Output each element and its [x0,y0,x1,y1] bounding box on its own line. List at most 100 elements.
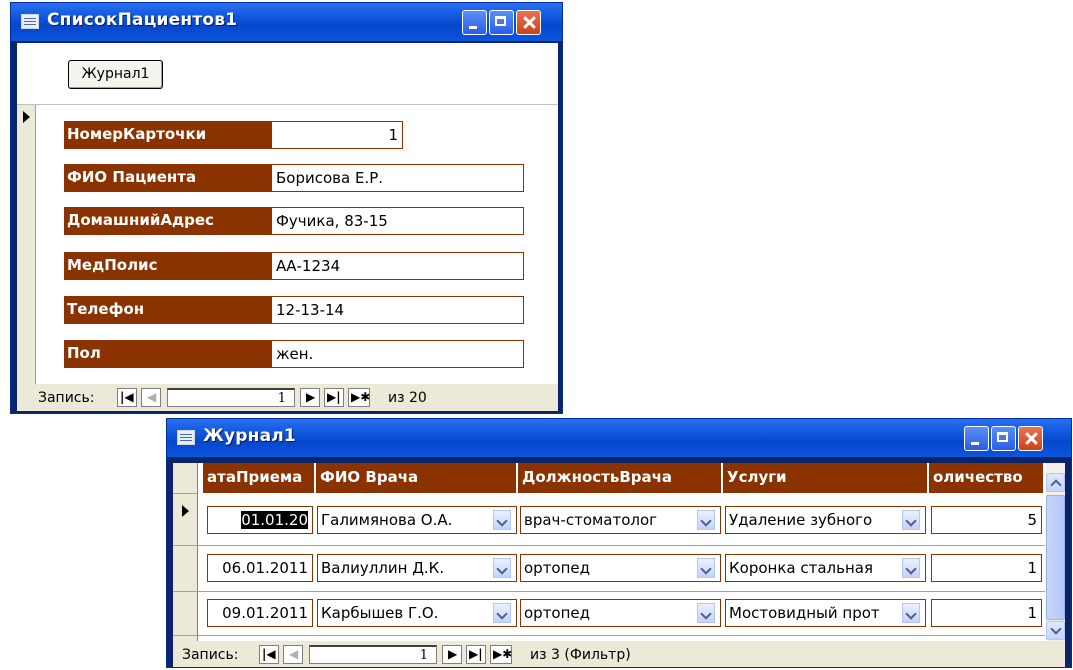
close-button[interactable] [1018,426,1043,451]
row-divider [197,591,1045,592]
row-separator [173,493,197,494]
gender-field[interactable]: жен. [271,340,524,368]
service-cell[interactable]: Удаление зубного [725,506,926,534]
visit-date-value: 01.01.20 [241,511,308,529]
current-record-arrow-icon [23,111,30,123]
scroll-up-icon[interactable] [1046,473,1065,492]
service-dropdown-button[interactable] [902,510,920,530]
row-divider [197,635,1045,636]
column-header-quantity[interactable]: оличество [929,463,1043,493]
new-record-button[interactable]: ▶✱ [490,645,512,664]
current-record-field[interactable]: 1 [167,388,295,407]
column-header-doctor-name[interactable]: ФИО Врача [316,463,518,493]
record-navigation-bar: Запись: |◀ ◀ 1 ▶ ▶| ▶✱ из 3 (Фильтр) [173,641,1065,667]
row-separator [173,591,197,592]
last-record-button[interactable]: ▶| [466,645,486,664]
label-gender: Пол [64,340,271,368]
current-record-arrow-icon [182,505,189,517]
row-separator [173,635,197,636]
doctor-position-cell[interactable]: ортопед [520,554,721,582]
record-total: из 20 [388,390,427,406]
doctor-position-cell[interactable]: врач-стоматолог [520,506,721,534]
visit-date-cell[interactable]: 09.01.2011 [207,599,313,627]
minimize-button[interactable] [462,10,487,35]
scroll-thumb[interactable] [1046,495,1065,620]
datasheet-area: атаПриема ФИО Врача ДолжностьВрача Услуг… [173,463,1065,641]
doctor-name-cell[interactable]: Галимянова О.А. [317,506,517,534]
column-header-visit-date[interactable]: атаПриема [203,463,316,493]
record-label: Запись: [38,390,95,406]
doctor-position-cell[interactable]: ортопед [520,599,721,627]
record-navigation-bar: Запись: |◀ ◀ 1 ▶ ▶| ▶✱ из 20 [17,384,558,411]
maximize-button[interactable] [489,10,514,35]
service-dropdown-button[interactable] [902,558,920,578]
first-record-button[interactable]: |◀ [117,388,137,407]
patients-list-window: СписокПациентов1 Журнал1 НомерКарточки 1… [10,2,563,414]
record-selector-column [173,463,198,641]
visit-date-cell[interactable]: 06.01.2011 [207,554,313,582]
position-dropdown-button[interactable] [697,510,715,530]
position-dropdown-button[interactable] [697,603,715,623]
first-record-button[interactable]: |◀ [259,645,279,664]
doctor-name-cell[interactable]: Валиуллин Д.К. [317,554,517,582]
new-record-icon: ▶✱ [351,390,371,404]
prev-record-icon: ◀ [147,390,157,404]
journal-button[interactable]: Журнал1 [68,60,163,89]
prev-record-icon: ◀ [289,647,299,661]
quantity-cell[interactable]: 1 [931,599,1042,627]
record-label: Запись: [182,647,239,663]
patient-name-field[interactable]: Борисова Е.Р. [271,164,524,192]
prev-record-button[interactable]: ◀ [141,388,161,407]
record-total: из 3 (Фильтр) [530,647,631,663]
last-record-button[interactable]: ▶| [324,388,344,407]
doctor-dropdown-button[interactable] [493,558,511,578]
next-record-button[interactable]: ▶ [300,388,320,407]
first-record-icon: |◀ [262,647,276,661]
form-area: Журнал1 НомерКарточки 1 ФИО Пациента Бор… [17,43,558,384]
service-cell[interactable]: Коронка стальная [725,554,926,582]
next-record-icon: ▶ [306,390,316,404]
new-record-icon: ▶✱ [493,647,513,661]
next-record-icon: ▶ [448,647,458,661]
service-cell[interactable]: Мостовидный прот [725,599,926,627]
card-number-field[interactable]: 1 [271,121,403,149]
maximize-button[interactable] [991,426,1016,451]
column-header-doctor-position[interactable]: ДолжностьВрача [518,463,723,493]
label-home-address: ДомашнийАдрес [64,207,271,235]
phone-field[interactable]: 12-13-14 [271,296,524,324]
new-record-button[interactable]: ▶✱ [348,388,370,407]
title-bar[interactable]: СписокПациентов1 [11,3,562,41]
window-title: СписокПациентов1 [47,10,238,30]
close-button[interactable] [516,10,541,35]
quantity-cell[interactable]: 1 [931,554,1042,582]
position-dropdown-button[interactable] [697,558,715,578]
scroll-down-icon[interactable] [1046,621,1065,640]
record-selector[interactable] [17,105,36,384]
med-policy-field[interactable]: АА-1234 [271,252,524,280]
column-header-services[interactable]: Услуги [723,463,929,493]
last-record-icon: ▶| [469,647,483,661]
label-patient-name: ФИО Пациента [64,164,271,192]
first-record-icon: |◀ [120,390,134,404]
journal-window: Журнал1 атаПриема ФИО Врача ДолжностьВра… [166,418,1072,668]
doctor-name-cell[interactable]: Карбышев Г.О. [317,599,517,627]
home-address-field[interactable]: Фучика, 83-15 [271,207,524,235]
row-divider [197,545,1045,546]
doctor-dropdown-button[interactable] [493,510,511,530]
title-bar[interactable]: Журнал1 [167,419,1071,457]
quantity-cell[interactable]: 5 [931,506,1042,534]
form-icon [177,430,195,445]
service-dropdown-button[interactable] [902,603,920,623]
last-record-icon: ▶| [327,390,341,404]
label-phone: Телефон [64,296,271,324]
label-card-number: НомерКарточки [64,121,271,149]
current-record-field[interactable]: 1 [309,645,437,664]
prev-record-button[interactable]: ◀ [283,645,303,664]
minimize-button[interactable] [964,426,989,451]
vertical-scrollbar[interactable] [1046,463,1065,641]
visit-date-cell[interactable]: 01.01.20 [207,506,313,534]
window-title: Журнал1 [203,426,296,446]
doctor-dropdown-button[interactable] [493,603,511,623]
next-record-button[interactable]: ▶ [442,645,462,664]
row-separator [173,545,197,546]
